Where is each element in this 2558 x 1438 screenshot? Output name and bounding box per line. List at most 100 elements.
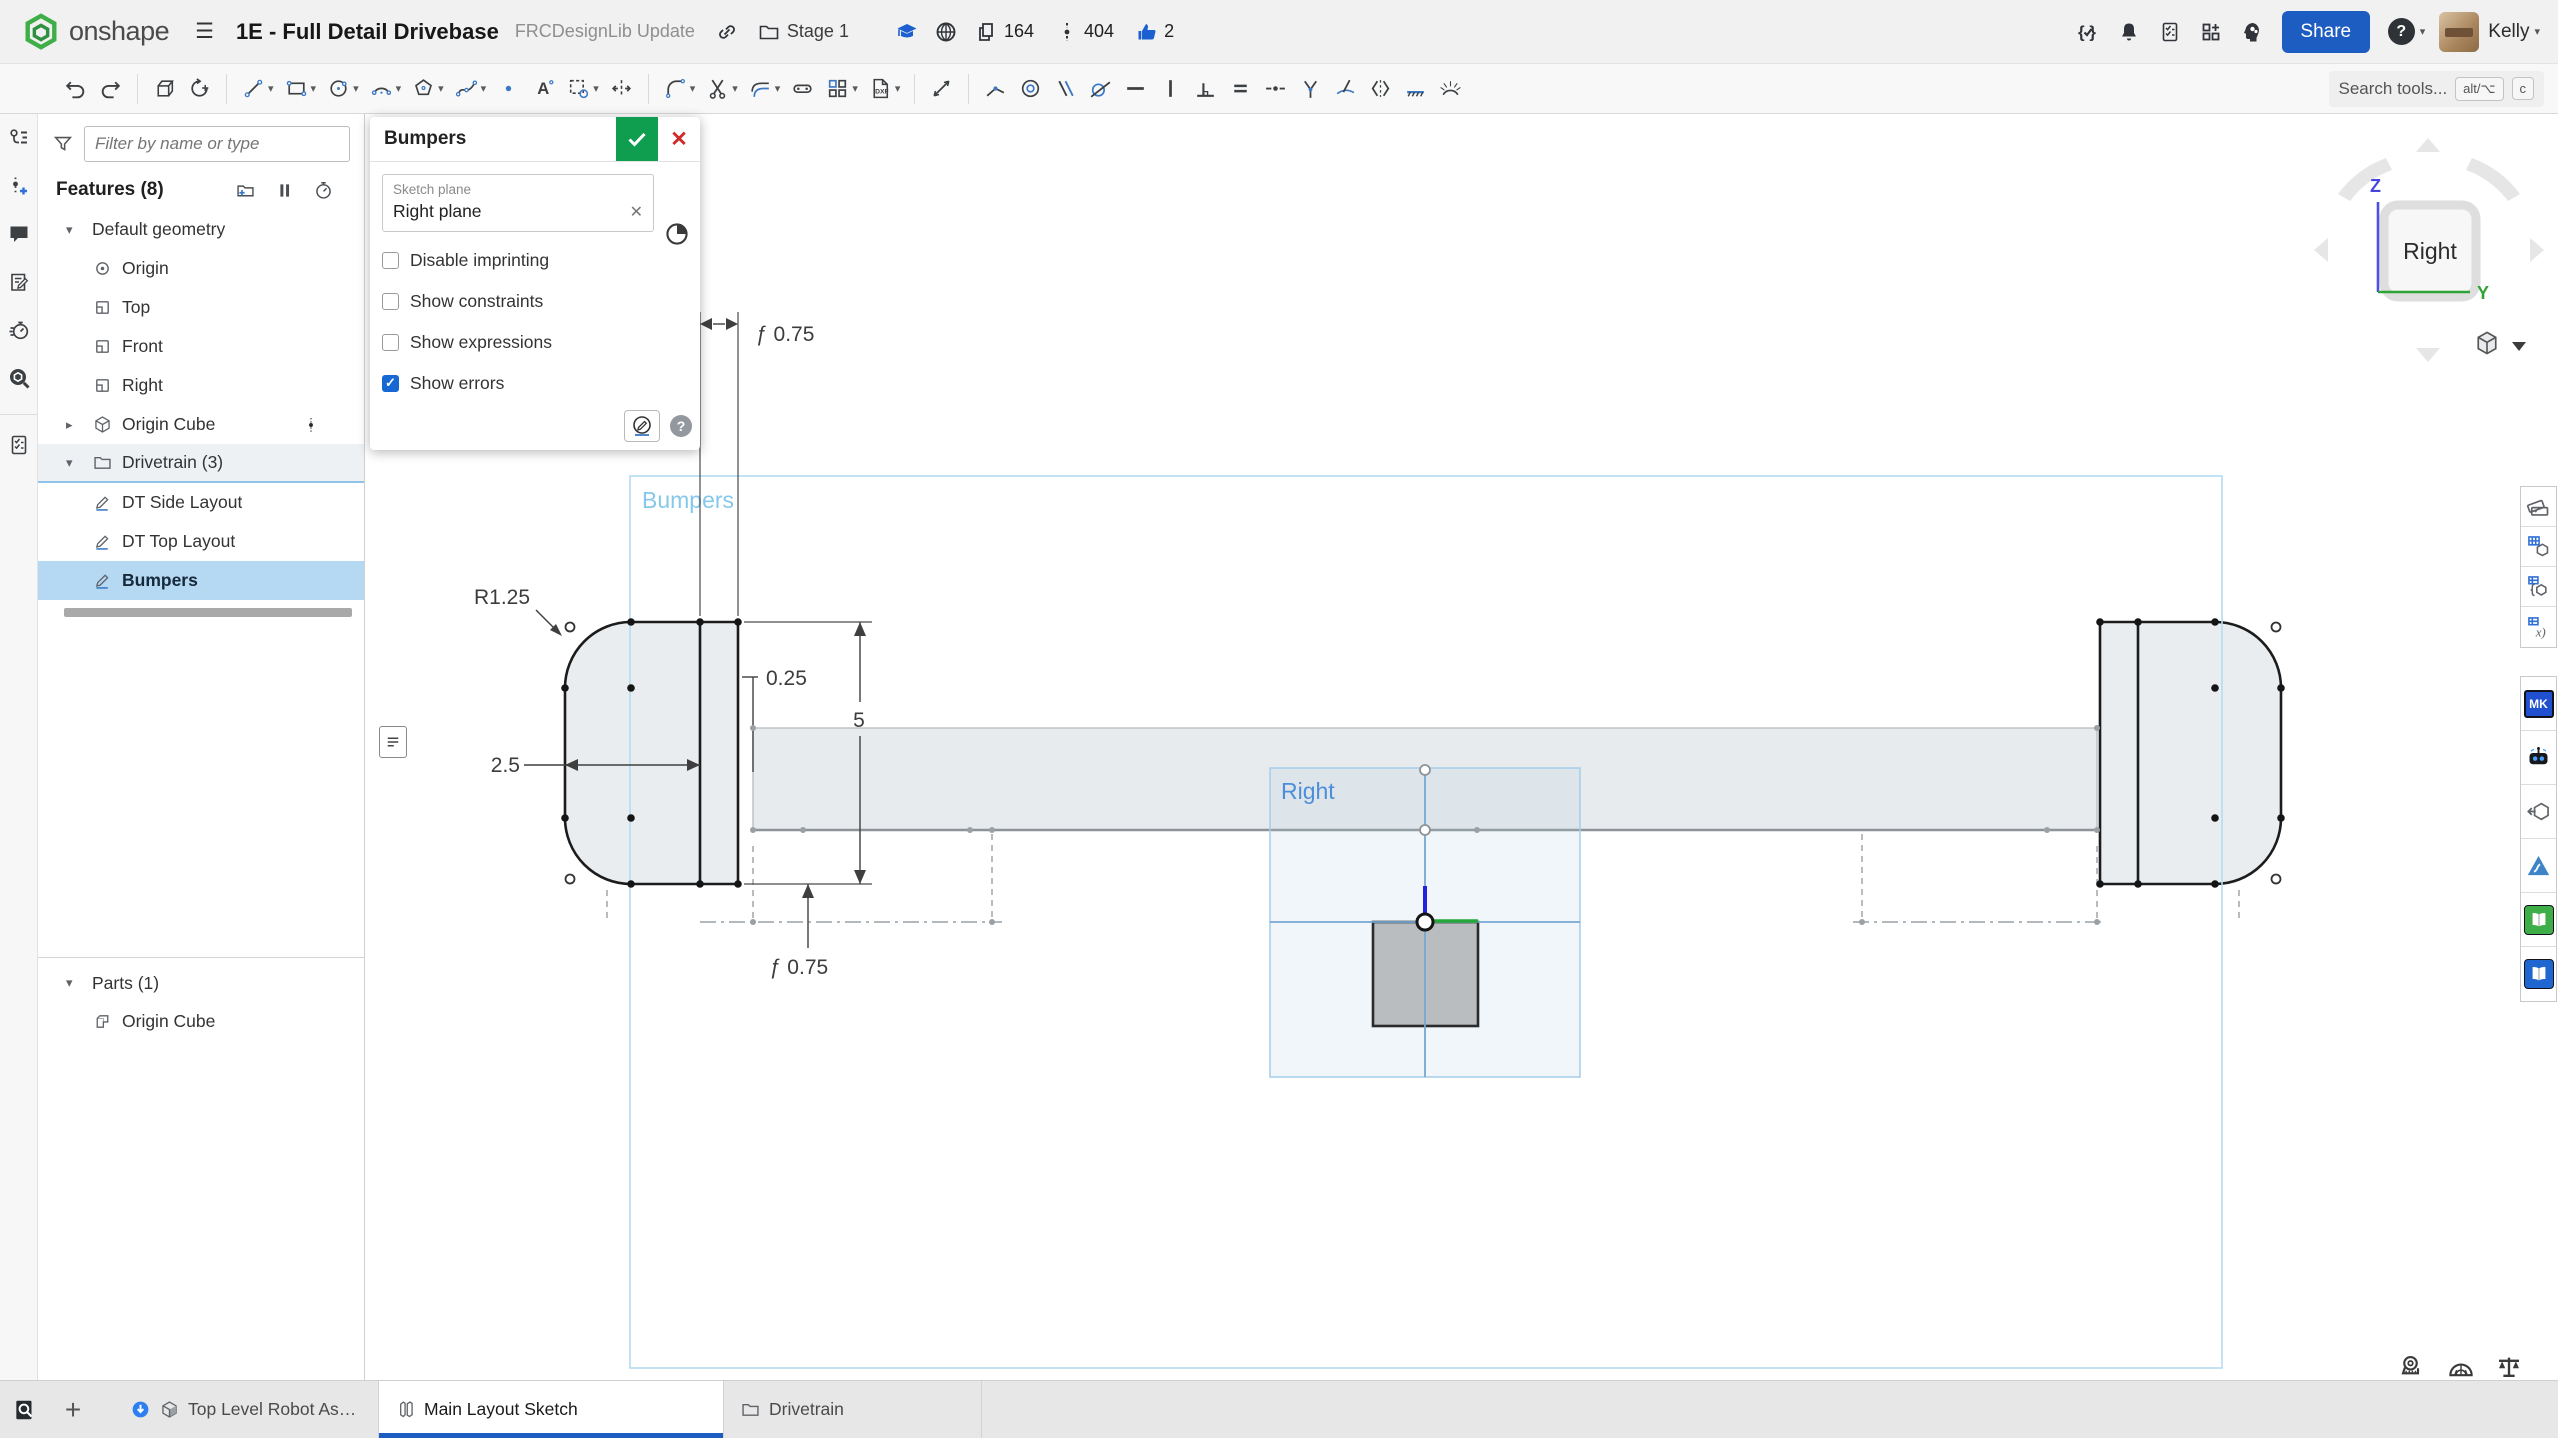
symmetric-constraint-icon[interactable] bbox=[1365, 74, 1396, 103]
view-cube-face-label[interactable]: Right bbox=[2403, 238, 2457, 264]
left-bumper[interactable] bbox=[565, 622, 738, 884]
revolve-icon[interactable] bbox=[184, 74, 215, 103]
right-plane-label[interactable]: Right bbox=[1281, 778, 1335, 804]
dropdown-caret-icon[interactable]: ▾ bbox=[775, 82, 781, 95]
cancel-button[interactable]: ✕ bbox=[658, 117, 700, 161]
undo-icon[interactable] bbox=[60, 74, 91, 103]
part-row-origin-cube[interactable]: Origin Cube bbox=[38, 1002, 364, 1040]
feature-row-top[interactable]: Top bbox=[38, 288, 364, 327]
appearance-panel-icon[interactable] bbox=[2521, 487, 2556, 527]
dim-top-width[interactable]: ƒ 0.75 bbox=[700, 318, 814, 346]
checkbox-box[interactable] bbox=[382, 252, 399, 269]
dialog-help-icon[interactable]: ? bbox=[670, 415, 692, 437]
dim-radius[interactable]: R1.25 bbox=[474, 586, 562, 636]
sketch-plane-field[interactable]: Sketch plane Right plane ✕ bbox=[382, 174, 654, 232]
public-document-icon[interactable] bbox=[934, 20, 958, 44]
main-menu-icon[interactable]: ☰ bbox=[195, 19, 214, 44]
feature-row-dt-top-layout[interactable]: DT Top Layout bbox=[38, 522, 364, 561]
library-green-app-icon[interactable] bbox=[2521, 893, 2556, 947]
canvas-note-icon[interactable] bbox=[379, 726, 407, 758]
polygon-tool-icon[interactable]: ▾ bbox=[408, 74, 447, 103]
link-icon[interactable] bbox=[715, 20, 739, 44]
tab-top-level-robot-ass-[interactable]: Top Level Robot Ass... bbox=[114, 1381, 379, 1438]
concentric-constraint-icon[interactable] bbox=[1015, 74, 1046, 103]
search-model-icon[interactable] bbox=[7, 366, 31, 390]
workspace-folder-icon[interactable] bbox=[757, 20, 781, 44]
pattern-tool-icon[interactable]: ▾ bbox=[822, 74, 861, 103]
help-caret-icon[interactable]: ▾ bbox=[2420, 25, 2426, 38]
dropdown-caret-icon[interactable]: ▾ bbox=[438, 82, 444, 95]
sketch-plane-value[interactable]: Right plane bbox=[393, 201, 482, 222]
normal-constraint-icon[interactable] bbox=[1330, 74, 1361, 103]
origin-marker[interactable] bbox=[1417, 914, 1433, 930]
user-avatar[interactable] bbox=[2439, 12, 2479, 52]
midpoint-constraint-icon[interactable] bbox=[1260, 74, 1291, 103]
mkcad-app-icon[interactable]: MK bbox=[2521, 677, 2556, 731]
use-project-tool-icon[interactable]: ▾ bbox=[563, 74, 602, 103]
tab-drivetrain[interactable]: Drivetrain bbox=[724, 1381, 982, 1438]
checkbox-box[interactable] bbox=[382, 293, 399, 310]
curvature-constraint-icon[interactable] bbox=[1435, 74, 1466, 103]
tasks-icon[interactable] bbox=[0, 414, 37, 457]
feature-row-right[interactable]: Right bbox=[38, 366, 364, 405]
likes-icon[interactable] bbox=[1135, 20, 1159, 44]
feature-row-drivetrain-3-[interactable]: ▾Drivetrain (3) bbox=[38, 444, 364, 483]
copies-icon[interactable] bbox=[975, 20, 999, 44]
trim-tool-icon[interactable]: ▾ bbox=[702, 74, 741, 103]
dropdown-caret-icon[interactable]: ▾ bbox=[593, 82, 599, 95]
dropdown-caret-icon[interactable]: ▾ bbox=[311, 82, 317, 95]
slot-tool-icon[interactable] bbox=[787, 74, 818, 103]
variables-table-icon[interactable] bbox=[2521, 607, 2556, 647]
tab-manager-icon[interactable] bbox=[12, 1397, 38, 1423]
dropdown-caret-icon[interactable]: ▾ bbox=[732, 82, 738, 95]
user-name[interactable]: Kelly bbox=[2488, 21, 2529, 43]
arc-tool-icon[interactable]: ▾ bbox=[366, 74, 405, 103]
feature-scripts-icon[interactable] bbox=[2076, 20, 2100, 44]
coincident-constraint-icon[interactable] bbox=[980, 74, 1011, 103]
ai-assistant-icon[interactable] bbox=[2240, 20, 2264, 44]
help-icon[interactable]: ? bbox=[2388, 18, 2415, 45]
suppress-icon[interactable] bbox=[274, 180, 295, 201]
feature-row-default-geometry[interactable]: ▾Default geometry bbox=[38, 210, 364, 249]
add-folder-icon[interactable] bbox=[235, 180, 256, 201]
circle-tool-icon[interactable]: ▾ bbox=[323, 74, 362, 103]
chevron-down-icon[interactable]: ▾ bbox=[66, 975, 92, 991]
bom-table-icon[interactable] bbox=[2521, 527, 2556, 567]
line-tool-icon[interactable]: ▾ bbox=[238, 74, 277, 103]
clear-selection-icon[interactable]: ✕ bbox=[630, 202, 643, 222]
checkbox-box[interactable]: ✓ bbox=[382, 375, 399, 392]
rollback-history-icon[interactable] bbox=[313, 180, 334, 201]
dropdown-caret-icon[interactable]: ▾ bbox=[895, 82, 901, 95]
view-settings-button[interactable] bbox=[2478, 332, 2526, 353]
tangent-constraint-icon[interactable] bbox=[1085, 74, 1116, 103]
feature-row-origin-cube[interactable]: ▸Origin Cube bbox=[38, 405, 364, 444]
filter-input[interactable] bbox=[84, 126, 350, 162]
feature-row-dt-side-layout[interactable]: DT Side Layout bbox=[38, 483, 364, 522]
checkbox-show-errors[interactable]: ✓Show errors bbox=[382, 370, 688, 396]
chevron-down-icon[interactable]: ▾ bbox=[66, 222, 92, 238]
checkbox-show-constraints[interactable]: Show constraints bbox=[382, 288, 688, 314]
text-tool-icon[interactable] bbox=[528, 74, 559, 103]
parts-header-row[interactable]: ▾ Parts (1) bbox=[38, 964, 364, 1002]
library-blue-app-icon[interactable] bbox=[2521, 947, 2556, 1001]
perpendicular-constraint-icon[interactable] bbox=[1190, 74, 1221, 103]
notifications-bell-icon[interactable] bbox=[2117, 20, 2141, 44]
dropdown-caret-icon[interactable]: ▾ bbox=[690, 82, 696, 95]
pierce-constraint-icon[interactable] bbox=[1295, 74, 1326, 103]
search-tools-label[interactable]: Search tools... bbox=[2339, 79, 2448, 99]
dropdown-caret-icon[interactable]: ▾ bbox=[353, 82, 359, 95]
filter-icon[interactable] bbox=[52, 133, 74, 155]
tab-main-layout-sketch[interactable]: Main Layout Sketch bbox=[379, 1381, 724, 1438]
rollback-bar[interactable] bbox=[64, 608, 352, 617]
chevron-right-icon[interactable]: ▸ bbox=[66, 417, 92, 433]
edit-sketch-button[interactable] bbox=[624, 410, 660, 442]
document-notes-icon[interactable] bbox=[7, 270, 31, 294]
versions-history-icon[interactable] bbox=[7, 126, 31, 150]
horizontal-constraint-icon[interactable] bbox=[1120, 74, 1151, 103]
dimension-tool-icon[interactable] bbox=[926, 74, 957, 103]
offset-tool-icon[interactable]: ▾ bbox=[745, 74, 784, 103]
confirm-button[interactable] bbox=[616, 117, 658, 161]
comments-icon[interactable] bbox=[7, 222, 31, 246]
dropdown-caret-icon[interactable]: ▾ bbox=[268, 82, 274, 95]
document-title[interactable]: 1E - Full Detail Drivebase bbox=[236, 19, 499, 45]
